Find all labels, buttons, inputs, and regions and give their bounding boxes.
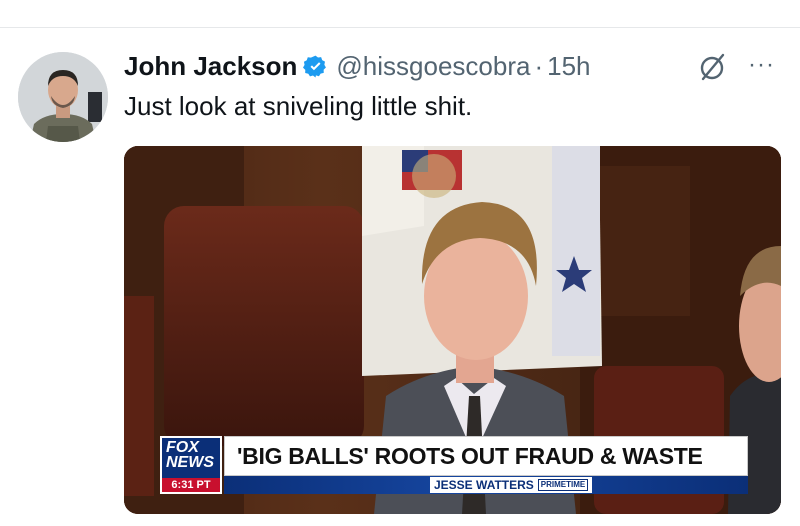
verified-badge-icon [303, 55, 327, 77]
grok-icon[interactable] [697, 52, 727, 82]
news-lower-third: FOX NEWS 6:31 PT 'BIG BALLS' ROOTS OUT F… [160, 434, 750, 496]
fox-news-logo: FOX NEWS 6:31 PT [160, 436, 222, 494]
headline-bar: 'BIG BALLS' ROOTS OUT FRAUD & WASTE [224, 436, 748, 476]
news-headline: 'BIG BALLS' ROOTS OUT FRAUD & WASTE [237, 443, 703, 469]
author-avatar[interactable] [18, 52, 108, 142]
tweet-text: Just look at sniveling little shit. [124, 91, 473, 121]
avatar-image [18, 52, 108, 142]
show-bar: JESSE WATTERS PRIMETIME [224, 476, 748, 494]
show-name: JESSE WATTERS [434, 478, 534, 492]
show-label: JESSE WATTERS PRIMETIME [430, 477, 593, 493]
top-divider [0, 27, 800, 28]
tweet-header: John Jackson @hissgoescobra · 15h [124, 46, 591, 86]
broadcast-clock: 6:31 PT [162, 478, 220, 492]
more-options-button[interactable]: ··· [748, 52, 775, 78]
fox-logo-line2: NEWS [166, 454, 214, 471]
tweet-timestamp[interactable]: 15h [547, 51, 590, 82]
fox-logo-line1: FOX [166, 439, 199, 456]
author-display-name[interactable]: John Jackson [124, 51, 297, 82]
separator-dot: · [534, 50, 544, 81]
tweet-media-image[interactable]: FOX NEWS 6:31 PT 'BIG BALLS' ROOTS OUT F… [124, 146, 781, 514]
show-tag: PRIMETIME [537, 479, 589, 491]
author-handle[interactable]: @hissgoescobra [336, 51, 530, 82]
